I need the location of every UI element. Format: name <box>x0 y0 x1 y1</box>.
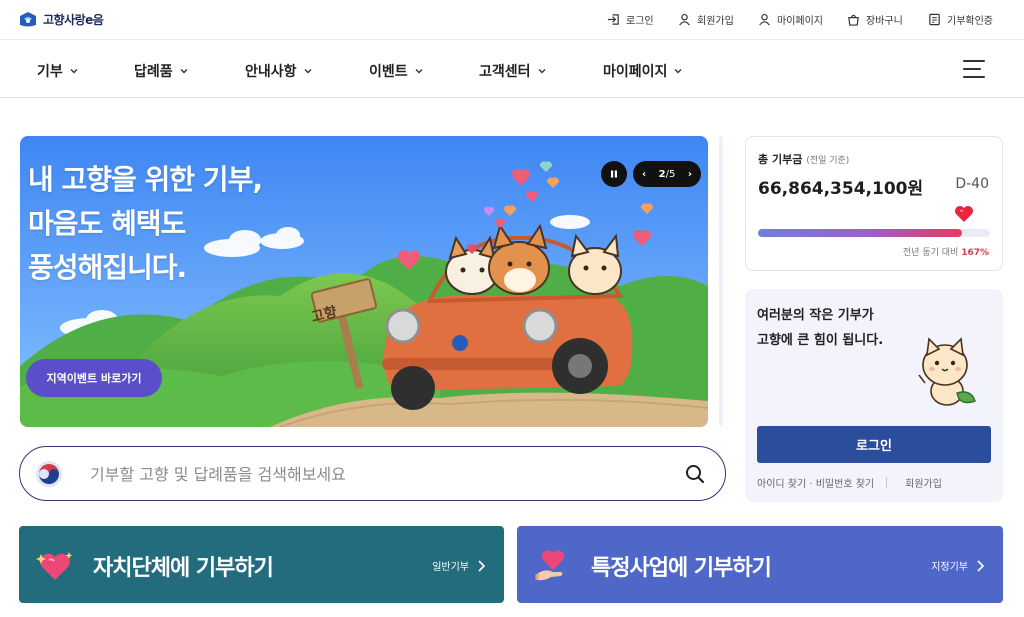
nav-item-label: 기부 <box>37 64 63 80</box>
yoy-comparison-label: 전년 동기 대비 <box>902 248 959 258</box>
link-divider <box>886 477 888 488</box>
login-link-label: 로그인 <box>626 16 654 27</box>
card-subtitle: 일반기부 <box>432 558 486 573</box>
search-input[interactable] <box>90 461 650 487</box>
signup-link[interactable]: 회원가입 <box>678 12 734 27</box>
top-utility-bar: 고향사랑e음 로그인 회원가입 마이페이지 장바구니 기부확인증 <box>0 0 1024 40</box>
card-title: 특정사업에 기부하기 <box>591 556 772 581</box>
prev-slide-icon[interactable]: ‹ <box>642 169 646 180</box>
card-subtitle-label: 지정기부 <box>931 562 968 573</box>
nav-item-donation[interactable]: 기부 <box>37 61 79 81</box>
login-button[interactable]: 로그인 <box>757 426 991 463</box>
mascot-cat-illustration <box>918 337 976 406</box>
nav-item-guide[interactable]: 안내사항 <box>245 61 313 81</box>
taegeuk-emblem-icon <box>36 461 62 487</box>
chevron-down-icon <box>304 69 312 74</box>
chevron-right-icon <box>478 559 486 572</box>
chevron-down-icon <box>538 69 546 74</box>
cart-icon <box>848 14 859 26</box>
user-icon <box>679 13 690 26</box>
slide-current: 2 <box>658 168 666 180</box>
signup-link-panel[interactable]: 회원가입 <box>905 475 942 490</box>
card-title: 자치단체에 기부하기 <box>93 556 274 581</box>
hero-banner[interactable]: 고향 내 고향을 위한 기부, 마음도 혜택도 풍성해집니다. 지역이벤트 바로… <box>20 136 708 427</box>
find-id-password-link[interactable]: 아이디 찾기 · 비밀번호 찾기 <box>757 475 874 490</box>
total-donation-note: (전일 기준) <box>806 156 850 166</box>
yoy-comparison: 전년 동기 대비 167% <box>903 245 989 258</box>
search-icon[interactable] <box>684 463 706 485</box>
user-icon <box>759 13 770 26</box>
login-icon <box>607 14 619 25</box>
slide-total: /5 <box>665 168 676 180</box>
nav-item-label: 답례품 <box>134 64 173 80</box>
nav-item-label: 마이페이지 <box>603 64 668 80</box>
nav-item-label: 이벤트 <box>369 64 408 80</box>
chevron-down-icon <box>180 69 188 74</box>
login-message: 여러분의 작은 기부가 고향에 큰 힘이 됩니다. <box>757 308 884 348</box>
nav-item-support[interactable]: 고객센터 <box>479 61 547 81</box>
total-donation-amount: 66,864,354,100원 <box>758 179 924 199</box>
regional-event-button[interactable]: 지역이벤트 바로가기 <box>26 359 162 397</box>
pause-button[interactable] <box>601 161 627 187</box>
nav-item-gifts[interactable]: 답례품 <box>134 61 189 81</box>
banner-scroll-track[interactable] <box>719 136 723 427</box>
chevron-down-icon <box>674 69 682 74</box>
heart-icon <box>955 206 973 222</box>
site-logo[interactable]: 고향사랑e음 <box>18 10 104 28</box>
menu-icon[interactable] <box>963 59 985 79</box>
total-donation-label: 총 기부금 <box>758 153 803 166</box>
mypage-link[interactable]: 마이페이지 <box>758 12 823 27</box>
next-slide-icon[interactable]: › <box>688 169 692 180</box>
main-nav: 기부 답례품 안내사항 이벤트 고객센터 마이페이지 <box>0 41 1024 98</box>
cart-link[interactable]: 장바구니 <box>847 12 903 27</box>
total-donation-panel: 총 기부금 (전일 기준) 66,864,354,100원 D-40 전년 동기 … <box>745 136 1003 271</box>
certificate-icon <box>929 13 940 26</box>
slide-pager: ‹ 2/5 › <box>633 161 701 187</box>
logo-mark-icon <box>20 12 36 27</box>
card-subtitle: 지정기부 <box>931 558 985 573</box>
donation-progress-bar <box>758 229 990 237</box>
local-government-donation-card[interactable]: 자치단체에 기부하기 일반기부 <box>19 526 504 603</box>
pause-icon <box>611 170 617 178</box>
slide-counter: 2/5 <box>659 169 676 180</box>
logo-text: 고향사랑e음 <box>43 12 104 27</box>
mypage-link-label: 마이페이지 <box>777 16 823 27</box>
login-panel: 여러분의 작은 기부가 고향에 큰 힘이 됩니다. 로그인 아이디 찾기 · 비… <box>745 289 1003 502</box>
chevron-down-icon <box>415 69 423 74</box>
nav-item-label: 고객센터 <box>479 64 531 80</box>
hand-heart-icon <box>535 550 565 581</box>
chevron-right-icon <box>977 559 985 572</box>
donation-progress-fill <box>758 229 963 237</box>
chevron-down-icon <box>70 69 78 74</box>
signup-link-label: 회원가입 <box>697 16 734 27</box>
cart-link-label: 장바구니 <box>866 16 903 27</box>
certificate-link[interactable]: 기부확인증 <box>928 12 993 27</box>
nav-item-events[interactable]: 이벤트 <box>369 61 424 81</box>
sparkle-heart-icon <box>36 552 73 580</box>
total-donation-title: 총 기부금 (전일 기준) <box>758 151 849 167</box>
card-subtitle-label: 일반기부 <box>432 562 469 573</box>
account-links: 아이디 찾기 · 비밀번호 찾기 회원가입 <box>757 475 991 490</box>
login-link[interactable]: 로그인 <box>607 12 654 27</box>
search-bar <box>19 446 726 501</box>
d-day-counter: D-40 <box>955 176 989 192</box>
specific-project-donation-card[interactable]: 특정사업에 기부하기 지정기부 <box>517 526 1003 603</box>
yoy-comparison-value: 167% <box>961 248 989 258</box>
hero-title: 내 고향을 위한 기부, 마음도 혜택도 풍성해집니다. <box>28 163 263 284</box>
nav-item-label: 안내사항 <box>245 64 297 80</box>
nav-item-mypage[interactable]: 마이페이지 <box>603 61 683 81</box>
certificate-link-label: 기부확인증 <box>947 16 993 27</box>
